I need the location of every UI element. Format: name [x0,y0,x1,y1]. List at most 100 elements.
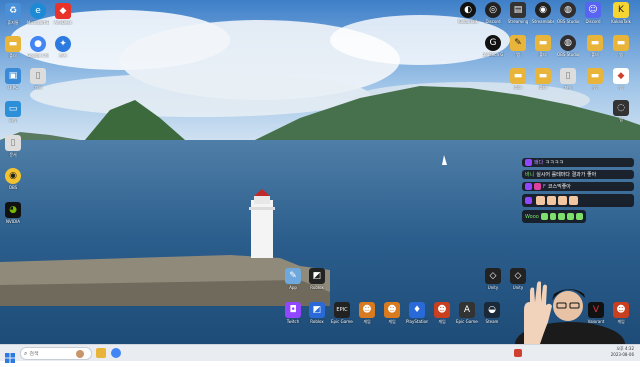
desktop-icon-r3-3[interactable]: ▬ 앱 [584,68,606,90]
desktop-icon-b-1[interactable]: ◩ Roblox [306,302,328,324]
desktop-icon-b-6[interactable]: ☻ 게임 [431,302,453,324]
desktop-icon-r3-5[interactable]: ◌ 앱 [610,100,632,122]
app-icon: ✦ [55,36,71,52]
desktop-icon-edge[interactable]: e Microsoft Edge [27,3,49,25]
desktop-icon-r1-3[interactable]: ◉ Streamlabs [532,2,554,24]
desktop-icon-b-4[interactable]: ☻ 게임 [381,302,403,324]
chat-username: F [543,183,546,190]
playstation-icon: ♦ [409,302,425,318]
chat-message: F 코스믹좋아 [522,182,634,191]
desktop-icon-r2-2[interactable]: ▬ 폴더 [532,35,554,57]
desktop-icon-r1-6[interactable]: K KakaoTalk [610,2,632,24]
chat-username: 바니 [525,172,535,178]
chat-text: ㅋㅋㅋㅋ [545,160,564,166]
desktop-icon-b-3[interactable]: ☻ 게임 [356,302,378,324]
discord-icon: ◎ [485,2,501,18]
desktop-icon-r1-0[interactable]: ◐ KakaoTalk [457,2,479,24]
desktop-icon-r2-5[interactable]: ▬ 앱 [610,35,632,57]
app-icon: ▬ [587,68,603,84]
desktop-icon-r2-4[interactable]: ▬ 폴더 [584,35,606,57]
desktop-icon-document[interactable]: ▯ 문서 [2,135,24,157]
desktop-icon-m-1[interactable]: ◩ Roblox [306,268,328,290]
start-button[interactable] [5,348,15,363]
desktop: ♻ 휴지통 e Microsoft Edge ◆ AnyDesk ▬ 폴더 ● … [0,0,640,344]
desktop-icon-file[interactable]: ▯ 파일 [27,68,49,90]
desktop-icon-r1-4[interactable]: ◍ OBS Studio [557,2,579,24]
desktop-icon-b-5[interactable]: ♦ PlayStation [406,302,428,324]
game-icon: ☻ [384,302,400,318]
desktop-icon-r3-4[interactable]: ◆ 앱 [610,68,632,90]
chat-message: 왜다 ㅋㅋㅋㅋ [522,158,634,167]
desktop-icon-anydesk[interactable]: ◆ AnyDesk [52,3,74,25]
chat-message: 바니 실시어 롤테마다 결과가 좋아 [522,170,634,179]
app-icon: ✎ [285,268,301,284]
chat-text: 실시어 롤테마다 결과가 좋아 [536,172,597,178]
desktop-icon-r2-0[interactable]: GLogitech G HUB [482,35,504,57]
search-box[interactable]: ⌕ [20,347,92,360]
desktop-icon-app[interactable]: ✦ 문서 [52,36,74,58]
tray-app-icon[interactable] [514,349,522,357]
desktop-icon-b-2[interactable]: EPIC Epic Games [331,302,353,324]
file-icon: ▯ [30,68,46,84]
game-icon: ☻ [359,302,375,318]
taskbar-app-file-explorer[interactable] [96,348,106,358]
desktop-icon-b-7[interactable]: A Epic Games [456,302,478,324]
logitech-icon: G [485,35,501,51]
heart-emote-icon [576,213,583,220]
unity-icon: ◇ [485,268,501,284]
windows-icon [5,353,15,363]
anydesk-icon: ◆ [55,3,71,19]
obs-icon: ◍ [560,2,576,18]
chat-text: 코스믹좋아 [547,184,571,190]
desktop-icon-r3-1[interactable]: ▬ 폴더 [532,68,554,90]
wave-emote-icon [558,196,567,205]
folder-icon: ▬ [5,36,21,52]
app-icon: ▬ [613,35,629,51]
desktop-icon-obs[interactable]: ◉ OBS [2,168,24,190]
game-icon: ☻ [434,302,450,318]
kakao-icon: ◐ [460,2,476,18]
desktop-icon-pc[interactable]: ▣ 내 PC [2,68,24,90]
desktop-icon-r3-0[interactable]: ▬ 폴더 [507,68,529,90]
app-icon: ✎ [510,35,526,51]
desktop-icon-r1-5[interactable]: ☺ Discord [582,2,604,24]
desktop-icon-r2-1[interactable]: ✎ 앱 [507,35,529,57]
desktop-icon-r1-2[interactable]: ▤ Streaming [507,2,529,24]
desktop-icon-b-8[interactable]: ◒ Steam [481,302,503,324]
badge-icon [534,183,541,190]
taskbar: ⌕ 오후 4:32 2023-08-06 [0,344,640,363]
chat-username: Wooo [525,213,539,220]
heart-emote-icon [567,213,575,220]
app-icon: ◉ [5,168,21,184]
badge-icon [525,183,532,190]
monitor-icon: ▭ [5,101,21,117]
desktop-icon-chrome[interactable]: ● Google Chrome [27,36,49,58]
desktop-icon-m-2[interactable]: ◇ Unity [482,268,504,290]
desktop-icon-r1-1[interactable]: ◎ Discord [482,2,504,24]
epic-icon: A [459,302,475,318]
desktop-icon-nvidia[interactable]: ◕ NVIDIA [2,202,24,224]
roblox-icon: ◩ [309,302,325,318]
nvidia-icon: ◕ [5,202,21,218]
clock[interactable]: 오후 4:32 2023-08-06 [611,346,634,358]
desktop-icon-b-0[interactable]: ◘ Twitch [282,302,304,324]
steam-icon: ◒ [484,302,500,318]
wave-emote-icon [547,196,556,205]
twitch-icon: ◘ [285,302,301,318]
folder-icon: ▬ [510,68,526,84]
heart-emote-icon [549,213,557,220]
desktop-icon-r2-3[interactable]: ◍ OBS Studio [557,35,579,57]
desktop-icon-monitor[interactable]: ▭ 바탕 [2,101,24,123]
desktop-icon-recycle-bin[interactable]: ♻ 휴지통 [2,3,24,25]
heart-emote-icon [558,213,566,220]
desktop-icon-r3-2[interactable]: ▯ 파일 [557,68,579,90]
app-icon: ◌ [613,100,629,116]
taskbar-app-chrome[interactable] [111,348,121,358]
recycle-bin-icon: ♻ [5,3,21,19]
search-input[interactable] [27,350,77,357]
chat-overlay: 왜다 ㅋㅋㅋㅋ 바니 실시어 롤테마다 결과가 좋아 F 코스믹좋아 Wooo [522,158,634,226]
chat-message [522,194,634,207]
desktop-icon-m-0[interactable]: ✎ App [282,268,304,290]
folder-icon: ▬ [535,68,551,84]
desktop-icon-folder[interactable]: ▬ 폴더 [2,36,24,58]
